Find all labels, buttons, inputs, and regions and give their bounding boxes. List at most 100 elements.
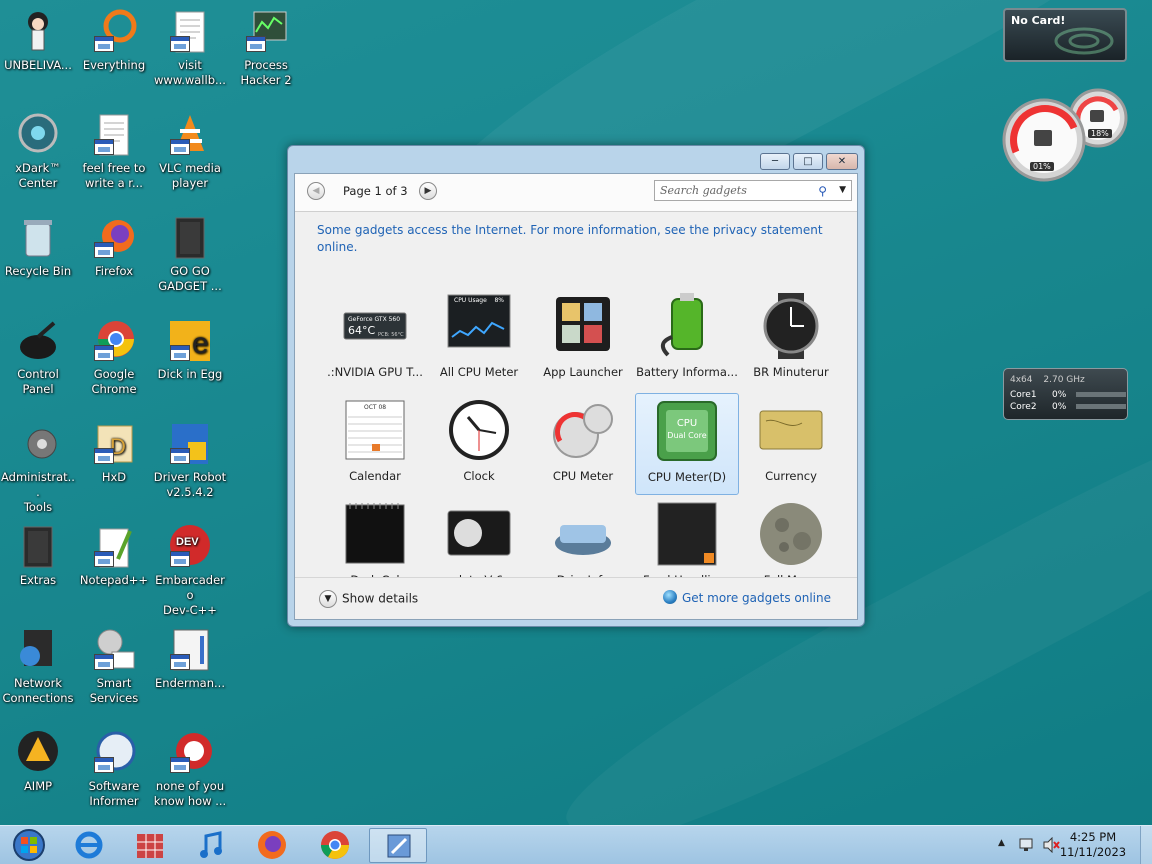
drive-info-icon bbox=[550, 501, 616, 567]
chevron-down-icon: ▼ bbox=[319, 590, 337, 608]
cpu-meter-gadget[interactable]: 01% 18% bbox=[1000, 88, 1130, 184]
desktop-icon-label: feel free to write a r... bbox=[82, 161, 146, 190]
gadgets-toolbar: ◀ Page 1 of 3 ▶ Search gadgets ⚲ ▼ bbox=[295, 174, 857, 212]
previous-page-button[interactable]: ◀ bbox=[307, 182, 325, 200]
shortcut-overlay-icon bbox=[94, 36, 114, 52]
calendar-thumb-month: OCT 08 bbox=[364, 404, 387, 411]
desktop-icon[interactable]: Smart Services bbox=[76, 626, 152, 706]
privacy-notice-link[interactable]: Some gadgets access the Internet. For mo… bbox=[317, 222, 837, 256]
get-more-gadgets-link[interactable]: Get more gadgets online bbox=[662, 590, 831, 605]
desktop-icon[interactable]: Notepad++ bbox=[76, 523, 152, 588]
cpu-info-gadget[interactable]: 4x64 2.70 GHz Core1 0% Core2 0% bbox=[1003, 368, 1128, 420]
taskbar-button[interactable] bbox=[60, 828, 118, 863]
show-desktop-button[interactable] bbox=[1140, 826, 1152, 864]
anime-figure-icon bbox=[14, 8, 62, 56]
gadget-tile[interactable]: GeForce GTX 560 64°C PCB: 56°C .:NVIDIA GPU… bbox=[323, 289, 427, 391]
network-connections-icon bbox=[14, 626, 62, 674]
desktop-icon[interactable]: Driver Robot v2.5.4.2 bbox=[152, 420, 228, 500]
gadget-tile[interactable]: Clock bbox=[427, 393, 531, 495]
itunes-icon bbox=[200, 831, 222, 858]
text-file-icon bbox=[166, 8, 214, 56]
app-icon bbox=[166, 729, 214, 777]
chevron-down-icon[interactable]: ▼ bbox=[839, 181, 846, 200]
everything-search-icon bbox=[90, 8, 138, 56]
core-name: Core1 bbox=[1010, 390, 1037, 400]
desktop-icon[interactable]: Recycle Bin bbox=[0, 214, 76, 279]
notepad-plus-plus-icon bbox=[90, 523, 138, 571]
search-icon[interactable]: ⚲ bbox=[818, 182, 827, 201]
network-tray-icon[interactable] bbox=[1018, 837, 1034, 853]
tray-expand-icon[interactable]: ▲ bbox=[998, 838, 1005, 848]
battery-icon bbox=[654, 293, 720, 359]
cpu-thumb-title: CPU Usage bbox=[454, 297, 487, 304]
desktop-icon[interactable]: Control Panel bbox=[0, 317, 76, 397]
cpu-dual-core-icon: CPU Dual Core bbox=[654, 398, 720, 464]
gadget-label: Battery Informa... bbox=[636, 365, 738, 379]
desktop-icon[interactable]: AIMP bbox=[0, 729, 76, 794]
desktop-icon[interactable]: Everything bbox=[76, 8, 152, 73]
desktop-icon[interactable]: none of you know how ... bbox=[152, 729, 228, 809]
nvidia-thumb-pcb: PCB: 56°C bbox=[378, 332, 404, 338]
desktop-icon[interactable]: Extras bbox=[0, 523, 76, 588]
gadgets-panel: ◀ Page 1 of 3 ▶ Search gadgets ⚲ ▼ Some … bbox=[294, 173, 858, 620]
core-row: Core1 0% bbox=[1010, 389, 1126, 401]
taskbar-clock[interactable]: 4:25 PM 11/11/2023 bbox=[1058, 830, 1128, 860]
desktop-icon[interactable]: visit www.wallb... bbox=[152, 8, 228, 88]
desktop-icon[interactable]: Process Hacker 2 bbox=[228, 8, 304, 88]
desktop-icon[interactable]: Network Connections bbox=[0, 626, 76, 706]
show-details-button[interactable]: ▼ Show details bbox=[319, 590, 418, 608]
gadget-label: All CPU Meter bbox=[439, 365, 519, 379]
gadget-tile[interactable]: CPU Usage 8% All CPU Meter bbox=[427, 289, 531, 391]
gadget-label: BR Minuterur bbox=[753, 365, 829, 379]
desktop-icon[interactable]: GO GO GADGET ... bbox=[152, 214, 228, 294]
process-hacker-icon bbox=[242, 8, 290, 56]
close-button[interactable]: ✕ bbox=[826, 153, 858, 170]
text-file-icon bbox=[90, 111, 138, 159]
desktop-icon[interactable]: Google Chrome bbox=[76, 317, 152, 397]
desktop-icon[interactable]: feel free to write a r... bbox=[76, 111, 152, 191]
gadget-tile[interactable]: BR Minuterur bbox=[739, 289, 843, 391]
gadget-tile[interactable]: Battery Informa... bbox=[635, 289, 739, 391]
taskbar-button[interactable] bbox=[306, 828, 364, 863]
start-orb-icon bbox=[13, 829, 45, 861]
maximize-button[interactable]: □ bbox=[793, 153, 823, 170]
devcpp-icon: DEV bbox=[166, 523, 214, 571]
firefox-icon bbox=[258, 831, 286, 859]
gadget-tile[interactable]: CPU Meter bbox=[531, 393, 635, 495]
gadget-tile[interactable]: Currency bbox=[739, 393, 843, 495]
currency-icon bbox=[758, 397, 824, 463]
taskbar-button[interactable] bbox=[369, 828, 427, 863]
nvidia-gadget[interactable]: No Card! bbox=[1003, 8, 1127, 62]
nvidia-gpu-temp-icon: GeForce GTX 560 64°C PCB: 56°C bbox=[342, 293, 408, 359]
desktop-icon-label: Everything bbox=[82, 58, 146, 72]
desktop-icon[interactable]: Enderman... bbox=[152, 626, 228, 691]
cpu-dual-line2: Dual Core bbox=[667, 431, 707, 440]
taskbar-button[interactable] bbox=[243, 828, 301, 863]
br-clock-icon bbox=[758, 293, 824, 359]
desktop-icon[interactable]: xDark™ Center bbox=[0, 111, 76, 191]
desktop-icon[interactable]: Firefox bbox=[76, 214, 152, 279]
gadget-label: .:NVIDIA GPU T... bbox=[327, 365, 423, 379]
start-button[interactable] bbox=[0, 828, 58, 863]
search-gadgets-input[interactable]: Search gadgets ⚲ ▼ bbox=[654, 180, 852, 201]
core-value: 0% bbox=[1052, 402, 1067, 412]
gadget-tile[interactable]: CPU Dual Core CPU Meter(D) bbox=[635, 393, 739, 495]
desktop-icon[interactable]: DEV Embarcadero Dev-C++ bbox=[152, 523, 228, 618]
minimize-button[interactable]: ─ bbox=[760, 153, 790, 170]
cpu-freq: 2.70 GHz bbox=[1043, 375, 1085, 385]
taskbar-button[interactable] bbox=[182, 828, 240, 863]
desktop-icon[interactable]: UNBELIVA... bbox=[0, 8, 76, 73]
desktop-icon[interactable]: Software Informer bbox=[76, 729, 152, 809]
desktop-icon[interactable]: VLC media player bbox=[152, 111, 228, 191]
app-grid-icon bbox=[137, 834, 163, 858]
next-page-button[interactable]: ▶ bbox=[419, 182, 437, 200]
taskbar-button[interactable] bbox=[121, 828, 179, 863]
desktop-icon-label: Network Connections bbox=[2, 676, 74, 705]
shortcut-overlay-icon bbox=[94, 551, 114, 567]
gadget-tile[interactable]: OCT 08 Calendar bbox=[323, 393, 427, 495]
desktop-icon[interactable]: Administrat... Tools bbox=[0, 420, 76, 515]
desktop-icon[interactable]: D HxD bbox=[76, 420, 152, 485]
svg-text:e: e bbox=[192, 327, 209, 360]
desktop-icon[interactable]: e Dick in Egg bbox=[152, 317, 228, 382]
gadget-tile[interactable]: App Launcher bbox=[531, 289, 635, 391]
